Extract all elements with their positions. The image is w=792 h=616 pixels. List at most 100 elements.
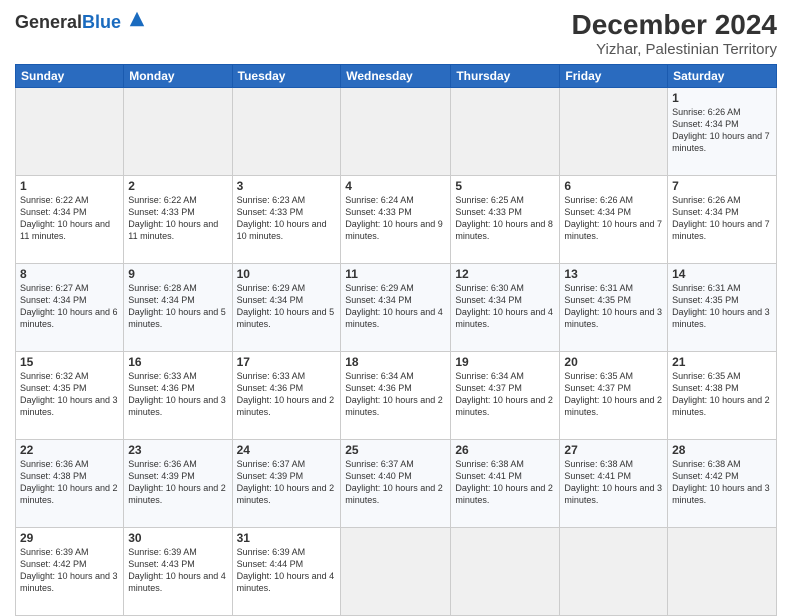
day-detail: Sunrise: 6:26 AMSunset: 4:34 PMDaylight:… — [564, 194, 663, 243]
day-number: 6 — [564, 179, 663, 193]
day-number: 15 — [20, 355, 119, 369]
day-detail: Sunrise: 6:33 AMSunset: 4:36 PMDaylight:… — [237, 370, 337, 419]
day-detail: Sunrise: 6:23 AMSunset: 4:33 PMDaylight:… — [237, 194, 337, 243]
calendar-cell: 7Sunrise: 6:26 AMSunset: 4:34 PMDaylight… — [668, 175, 777, 263]
calendar-cell: 30Sunrise: 6:39 AMSunset: 4:43 PMDayligh… — [124, 527, 232, 615]
calendar-cell — [124, 87, 232, 175]
calendar-cell: 8Sunrise: 6:27 AMSunset: 4:34 PMDaylight… — [16, 263, 124, 351]
day-number: 22 — [20, 443, 119, 457]
calendar-cell: 26Sunrise: 6:38 AMSunset: 4:41 PMDayligh… — [451, 439, 560, 527]
day-header: Thursday — [451, 64, 560, 87]
day-detail: Sunrise: 6:34 AMSunset: 4:36 PMDaylight:… — [345, 370, 446, 419]
day-header: Sunday — [16, 64, 124, 87]
calendar-cell: 15Sunrise: 6:32 AMSunset: 4:35 PMDayligh… — [16, 351, 124, 439]
day-detail: Sunrise: 6:26 AMSunset: 4:34 PMDaylight:… — [672, 194, 772, 243]
calendar-cell — [668, 527, 777, 615]
calendar-cell — [341, 87, 451, 175]
location-title: Yizhar, Palestinian Territory — [572, 41, 777, 58]
calendar-week-row: 8Sunrise: 6:27 AMSunset: 4:34 PMDaylight… — [16, 263, 777, 351]
day-number: 11 — [345, 267, 446, 281]
day-number: 8 — [20, 267, 119, 281]
calendar-cell: 19Sunrise: 6:34 AMSunset: 4:37 PMDayligh… — [451, 351, 560, 439]
calendar-cell: 31Sunrise: 6:39 AMSunset: 4:44 PMDayligh… — [232, 527, 341, 615]
day-number: 3 — [237, 179, 337, 193]
day-detail: Sunrise: 6:29 AMSunset: 4:34 PMDaylight:… — [345, 282, 446, 331]
calendar-cell: 5Sunrise: 6:25 AMSunset: 4:33 PMDaylight… — [451, 175, 560, 263]
title-block: December 2024 Yizhar, Palestinian Territ… — [572, 10, 777, 58]
day-detail: Sunrise: 6:35 AMSunset: 4:38 PMDaylight:… — [672, 370, 772, 419]
calendar-cell — [232, 87, 341, 175]
day-number: 20 — [564, 355, 663, 369]
calendar-cell: 11Sunrise: 6:29 AMSunset: 4:34 PMDayligh… — [341, 263, 451, 351]
day-number: 23 — [128, 443, 227, 457]
day-detail: Sunrise: 6:33 AMSunset: 4:36 PMDaylight:… — [128, 370, 227, 419]
day-detail: Sunrise: 6:39 AMSunset: 4:43 PMDaylight:… — [128, 546, 227, 595]
calendar-cell: 25Sunrise: 6:37 AMSunset: 4:40 PMDayligh… — [341, 439, 451, 527]
calendar-cell — [451, 87, 560, 175]
calendar-cell — [341, 527, 451, 615]
calendar-cell: 29Sunrise: 6:39 AMSunset: 4:42 PMDayligh… — [16, 527, 124, 615]
day-number: 27 — [564, 443, 663, 457]
calendar-cell: 12Sunrise: 6:30 AMSunset: 4:34 PMDayligh… — [451, 263, 560, 351]
day-header: Wednesday — [341, 64, 451, 87]
calendar-cell: 27Sunrise: 6:38 AMSunset: 4:41 PMDayligh… — [560, 439, 668, 527]
day-detail: Sunrise: 6:38 AMSunset: 4:42 PMDaylight:… — [672, 458, 772, 507]
day-detail: Sunrise: 6:22 AMSunset: 4:33 PMDaylight:… — [128, 194, 227, 243]
calendar-cell: 18Sunrise: 6:34 AMSunset: 4:36 PMDayligh… — [341, 351, 451, 439]
day-detail: Sunrise: 6:25 AMSunset: 4:33 PMDaylight:… — [455, 194, 555, 243]
day-detail: Sunrise: 6:34 AMSunset: 4:37 PMDaylight:… — [455, 370, 555, 419]
calendar-cell: 4Sunrise: 6:24 AMSunset: 4:33 PMDaylight… — [341, 175, 451, 263]
day-number: 14 — [672, 267, 772, 281]
calendar-cell: 13Sunrise: 6:31 AMSunset: 4:35 PMDayligh… — [560, 263, 668, 351]
calendar-cell — [560, 527, 668, 615]
day-detail: Sunrise: 6:36 AMSunset: 4:38 PMDaylight:… — [20, 458, 119, 507]
day-detail: Sunrise: 6:36 AMSunset: 4:39 PMDaylight:… — [128, 458, 227, 507]
day-number: 10 — [237, 267, 337, 281]
calendar-week-row: 15Sunrise: 6:32 AMSunset: 4:35 PMDayligh… — [16, 351, 777, 439]
calendar-cell: 1Sunrise: 6:26 AMSunset: 4:34 PMDaylight… — [668, 87, 777, 175]
logo-icon — [128, 10, 146, 28]
calendar-week-row: 1Sunrise: 6:26 AMSunset: 4:34 PMDaylight… — [16, 87, 777, 175]
month-title: December 2024 — [572, 10, 777, 41]
day-number: 18 — [345, 355, 446, 369]
day-number: 5 — [455, 179, 555, 193]
calendar-cell: 10Sunrise: 6:29 AMSunset: 4:34 PMDayligh… — [232, 263, 341, 351]
day-number: 26 — [455, 443, 555, 457]
logo-general: General — [15, 12, 82, 32]
calendar-cell — [560, 87, 668, 175]
day-number: 7 — [672, 179, 772, 193]
day-number: 25 — [345, 443, 446, 457]
calendar-cell: 24Sunrise: 6:37 AMSunset: 4:39 PMDayligh… — [232, 439, 341, 527]
header: GeneralBlue December 2024 Yizhar, Palest… — [15, 10, 777, 58]
day-number: 29 — [20, 531, 119, 545]
day-detail: Sunrise: 6:31 AMSunset: 4:35 PMDaylight:… — [564, 282, 663, 331]
calendar-table: SundayMondayTuesdayWednesdayThursdayFrid… — [15, 64, 777, 616]
day-number: 17 — [237, 355, 337, 369]
day-detail: Sunrise: 6:27 AMSunset: 4:34 PMDaylight:… — [20, 282, 119, 331]
day-number: 19 — [455, 355, 555, 369]
calendar-header-row: SundayMondayTuesdayWednesdayThursdayFrid… — [16, 64, 777, 87]
day-detail: Sunrise: 6:24 AMSunset: 4:33 PMDaylight:… — [345, 194, 446, 243]
day-number: 1 — [20, 179, 119, 193]
day-number: 16 — [128, 355, 227, 369]
calendar-cell: 23Sunrise: 6:36 AMSunset: 4:39 PMDayligh… — [124, 439, 232, 527]
day-detail: Sunrise: 6:29 AMSunset: 4:34 PMDaylight:… — [237, 282, 337, 331]
day-detail: Sunrise: 6:22 AMSunset: 4:34 PMDaylight:… — [20, 194, 119, 243]
day-detail: Sunrise: 6:37 AMSunset: 4:40 PMDaylight:… — [345, 458, 446, 507]
logo: GeneralBlue — [15, 10, 146, 33]
day-detail: Sunrise: 6:32 AMSunset: 4:35 PMDaylight:… — [20, 370, 119, 419]
calendar-cell: 20Sunrise: 6:35 AMSunset: 4:37 PMDayligh… — [560, 351, 668, 439]
logo-blue: Blue — [82, 12, 121, 32]
day-number: 24 — [237, 443, 337, 457]
day-number: 12 — [455, 267, 555, 281]
day-header: Tuesday — [232, 64, 341, 87]
calendar-cell: 6Sunrise: 6:26 AMSunset: 4:34 PMDaylight… — [560, 175, 668, 263]
day-number: 1 — [672, 91, 772, 105]
day-header: Friday — [560, 64, 668, 87]
calendar-cell: 21Sunrise: 6:35 AMSunset: 4:38 PMDayligh… — [668, 351, 777, 439]
calendar-cell — [451, 527, 560, 615]
day-number: 30 — [128, 531, 227, 545]
day-detail: Sunrise: 6:37 AMSunset: 4:39 PMDaylight:… — [237, 458, 337, 507]
day-detail: Sunrise: 6:30 AMSunset: 4:34 PMDaylight:… — [455, 282, 555, 331]
day-number: 13 — [564, 267, 663, 281]
